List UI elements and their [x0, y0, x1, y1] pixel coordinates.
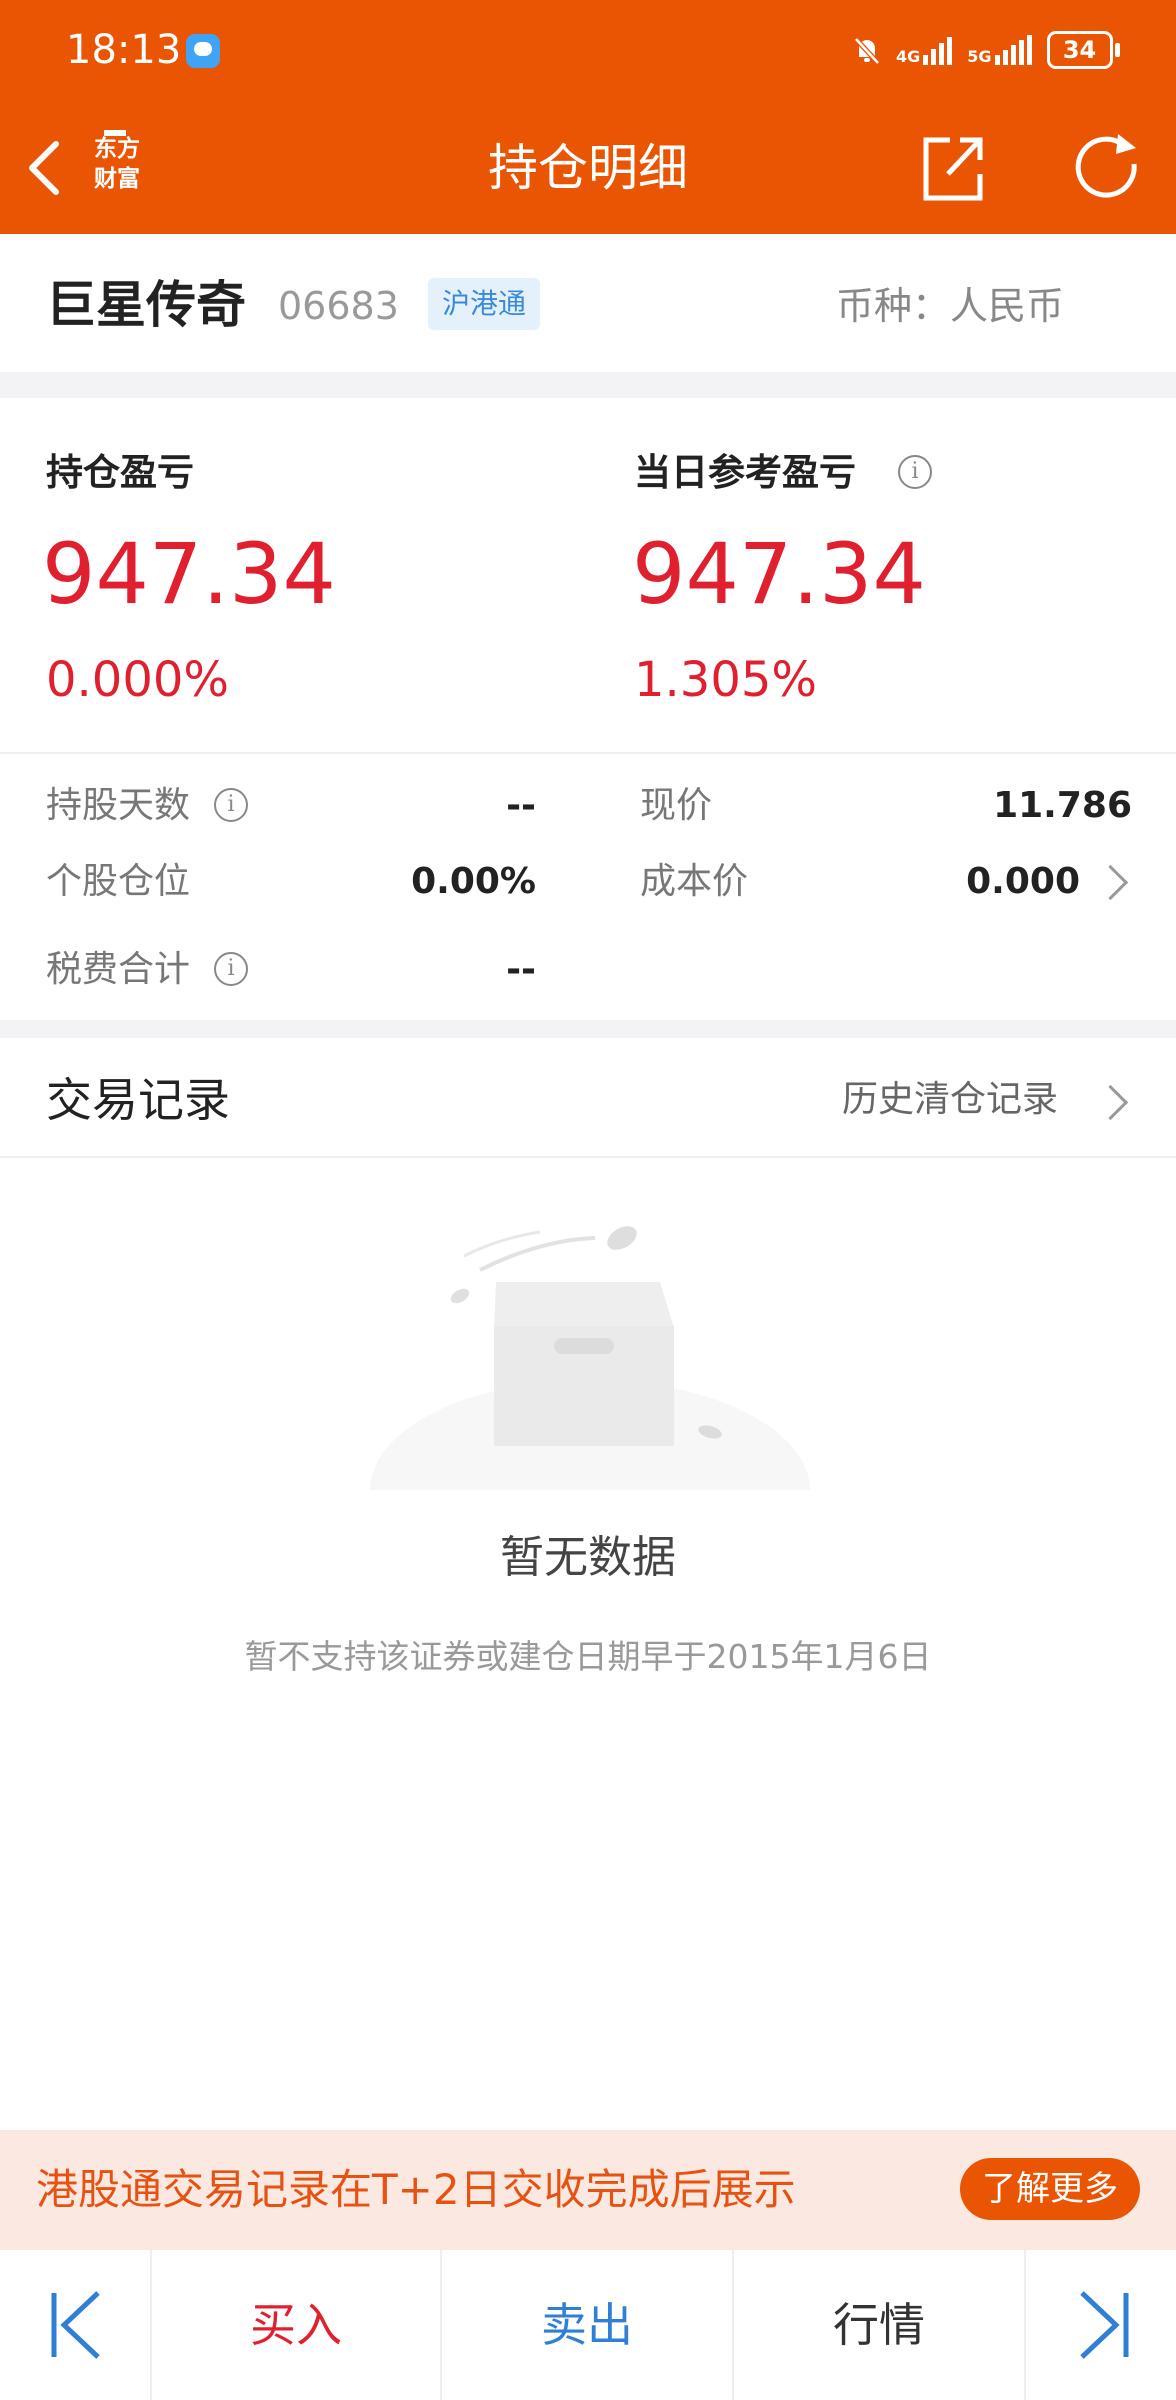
mute-bell-icon: [854, 37, 880, 65]
refresh-button[interactable]: [1066, 128, 1150, 208]
signal-4g-icon: 4G: [896, 35, 955, 65]
daily-pl-percent: 1.305%: [634, 652, 818, 708]
stock-name: 巨星传奇: [46, 276, 246, 334]
back-button[interactable]: [18, 130, 78, 206]
hold-days-info-icon[interactable]: i: [214, 788, 248, 822]
share-button[interactable]: [912, 128, 992, 208]
logo-line2: 财富: [94, 166, 140, 192]
skip-previous-icon: [51, 2291, 100, 2359]
previous-stock-button[interactable]: [0, 2250, 150, 2400]
network-5g-label: 5G: [967, 47, 992, 66]
section-separator: [0, 372, 1176, 398]
buy-button[interactable]: 买入: [152, 2250, 440, 2400]
divider: [0, 752, 1176, 754]
cost-price-value[interactable]: 0.000: [900, 856, 1080, 908]
fees-total-label: 税费合计: [46, 949, 191, 990]
fees-info-icon[interactable]: i: [214, 952, 248, 986]
empty-title: 暂无数据: [500, 1532, 676, 1583]
holding-pl-value: 947.34: [42, 525, 336, 623]
currency-label: 币种：人民币: [836, 284, 1065, 328]
price-value: 11.786: [993, 785, 1132, 826]
history-chevron-icon[interactable]: [1092, 1084, 1129, 1121]
history-clear-records-link[interactable]: 历史清仓记录: [842, 1074, 1058, 1126]
eastmoney-logo[interactable]: 东方 财富: [86, 130, 148, 198]
logo-line1: 东方: [94, 136, 140, 162]
status-icons: 4G 5G 34: [850, 24, 1120, 76]
holding-pl-percent: 0.000%: [46, 652, 230, 708]
cost-price-chevron-icon[interactable]: [1092, 864, 1129, 901]
daily-pl-value: 947.34: [632, 525, 926, 623]
price-label: 现价: [640, 785, 713, 826]
empty-subtitle: 暂不支持该证券或建仓日期早于2015年1月6日: [244, 1637, 932, 1676]
hold-days-label: 持股天数: [46, 785, 191, 826]
trade-records-title: 交易记录: [46, 1073, 230, 1127]
learn-more-button[interactable]: 了解更多: [960, 2158, 1140, 2220]
market-tag: 沪港通: [428, 278, 541, 330]
chat-notification-icon: [186, 34, 220, 68]
position-ratio-value: 0.00%: [411, 861, 536, 902]
share-icon: [923, 137, 983, 201]
daily-pl-label: 当日参考盈亏: [634, 451, 856, 494]
skip-next-icon: [1080, 2291, 1129, 2359]
hold-days-value: --: [506, 785, 536, 826]
quote-button[interactable]: 行情: [734, 2250, 1024, 2400]
status-time: 18:13: [66, 27, 182, 73]
divider: [0, 1156, 1176, 1158]
battery-indicator: 34: [1046, 31, 1113, 69]
notice-banner-text: 港股通交易记录在T+2日交收完成后展示: [36, 2165, 796, 2214]
network-4g-label: 4G: [896, 47, 921, 66]
holding-pl-label: 持仓盈亏: [46, 451, 194, 494]
empty-box-illustration: [340, 1226, 840, 1500]
battery-tip: [1114, 43, 1120, 57]
fees-total-value: --: [506, 949, 536, 990]
stock-code: 06683: [278, 284, 399, 328]
back-arrow-icon: [29, 141, 59, 195]
daily-pl-info-icon[interactable]: i: [898, 455, 932, 489]
cost-price-label: 成本价: [640, 861, 749, 902]
section-separator: [0, 1020, 1176, 1038]
signal-5g-icon: 5G: [967, 35, 1034, 65]
next-stock-button[interactable]: [1026, 2250, 1176, 2400]
position-ratio-label: 个股仓位: [46, 861, 191, 902]
refresh-icon: [1075, 134, 1137, 198]
sell-button[interactable]: 卖出: [442, 2250, 732, 2400]
